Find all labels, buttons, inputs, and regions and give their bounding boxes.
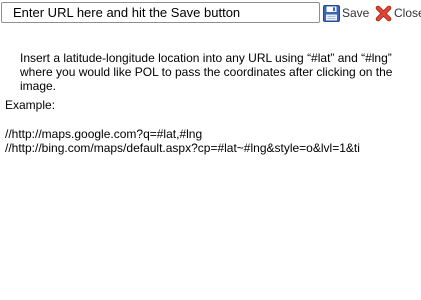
url-input[interactable] [1, 2, 320, 23]
close-button[interactable]: Close [375, 4, 421, 22]
red-x-icon [375, 5, 392, 22]
example-label: Example: [5, 98, 56, 112]
floppy-disk-icon [323, 4, 340, 22]
example-url-bing: //http://bing.com/maps/default.aspx?cp=#… [5, 141, 360, 155]
close-button-label: Close [394, 6, 421, 20]
example-list: //http://maps.google.com?q=#lat,#lng //h… [5, 127, 360, 155]
save-button[interactable]: Save [323, 4, 369, 22]
toolbar: Save Close [0, 0, 421, 27]
save-button-label: Save [342, 6, 370, 20]
instructions-text: Insert a latitude-longitude location int… [20, 51, 393, 93]
example-url-google: //http://maps.google.com?q=#lat,#lng [5, 127, 203, 141]
